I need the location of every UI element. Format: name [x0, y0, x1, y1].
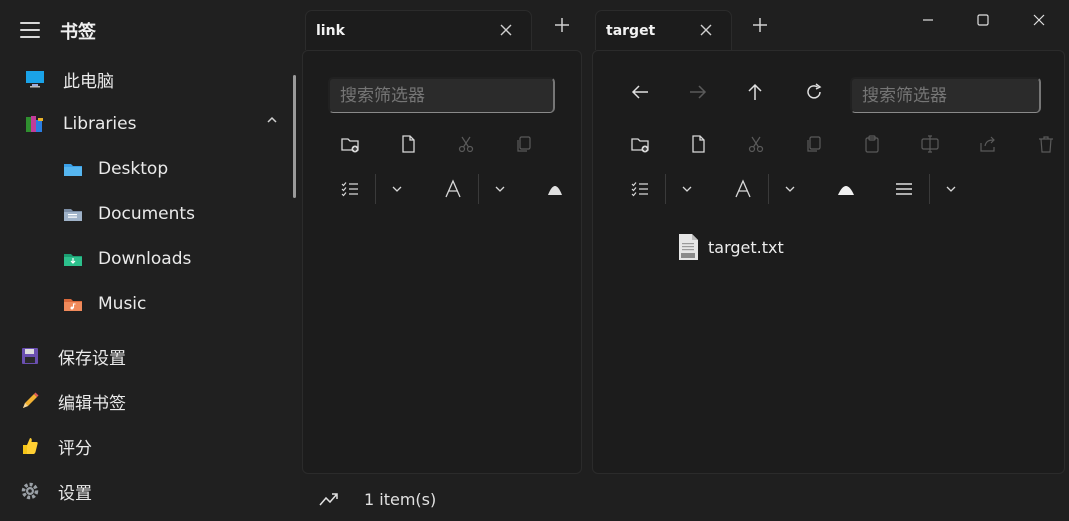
sidebar-item-label: Libraries [63, 114, 137, 134]
libraries-icon [25, 114, 45, 134]
cut-icon [742, 130, 770, 158]
file-name: target.txt [708, 238, 784, 257]
maximize-button[interactable] [971, 8, 995, 32]
sidebar-item-label: 设置 [58, 483, 92, 504]
new-folder-icon[interactable] [626, 130, 654, 158]
documents-folder-icon [63, 204, 83, 224]
sidebar-item-settings[interactable]: 设置 [0, 471, 290, 511]
sort-triangle-icon[interactable] [832, 175, 860, 203]
sidebar-item-downloads[interactable]: Downloads [0, 239, 290, 279]
sidebar-item-label: Documents [98, 204, 195, 224]
close-window-button[interactable] [1027, 8, 1051, 32]
sidebar-item-this-pc[interactable]: 此电脑 [0, 59, 290, 99]
separator [768, 174, 769, 204]
new-tab-icon[interactable] [554, 16, 570, 38]
chevron-down-icon[interactable] [673, 175, 701, 203]
sidebar-header: 书签 [0, 0, 300, 60]
font-icon[interactable] [439, 175, 467, 203]
up-arrow-icon[interactable] [741, 78, 769, 106]
sidebar-title: 书签 [60, 22, 96, 43]
chevron-down-icon[interactable] [776, 175, 804, 203]
sidebar-item-label: 此电脑 [63, 71, 114, 92]
rename-icon [916, 130, 944, 158]
sidebar-scrollbar[interactable] [293, 75, 296, 198]
sidebar-item-save-settings[interactable]: 保存设置 [0, 336, 290, 376]
chevron-down-icon[interactable] [937, 175, 965, 203]
new-file-icon[interactable] [684, 130, 712, 158]
new-folder-icon[interactable] [336, 130, 364, 158]
select-list-icon[interactable] [336, 175, 364, 203]
separator [375, 174, 376, 204]
sidebar-item-label: Desktop [98, 159, 169, 179]
music-folder-icon [63, 294, 83, 314]
sidebar-item-rate[interactable]: 评分 [0, 426, 290, 466]
thumbs-up-icon [20, 436, 40, 456]
refresh-icon[interactable] [800, 78, 828, 106]
copy-icon [800, 130, 828, 158]
sidebar-item-label: 评分 [58, 438, 92, 459]
tab-target[interactable]: target [595, 10, 732, 50]
sort-triangle-icon[interactable] [541, 175, 569, 203]
status-text: 1 item(s) [364, 490, 437, 509]
copy-icon [510, 130, 538, 158]
downloads-folder-icon [63, 249, 83, 269]
select-list-icon[interactable] [626, 175, 654, 203]
chevron-up-icon[interactable] [266, 114, 278, 130]
pencil-icon [20, 391, 40, 411]
new-tab-icon[interactable] [752, 16, 768, 38]
chevron-down-icon[interactable] [486, 175, 514, 203]
font-icon[interactable] [729, 175, 757, 203]
sidebar-item-label: 编辑书签 [58, 393, 126, 414]
share-icon [974, 130, 1002, 158]
floppy-disk-icon [20, 346, 40, 366]
sidebar-item-edit-bookmarks[interactable]: 编辑书签 [0, 381, 290, 421]
tab-link[interactable]: link [305, 10, 532, 50]
tab-label: link [316, 23, 345, 39]
sidebar-item-label: Downloads [98, 249, 192, 269]
sidebar-item-documents[interactable]: Documents [0, 194, 290, 234]
cut-icon [452, 130, 480, 158]
back-arrow-icon[interactable] [626, 78, 654, 106]
trend-arrow-icon[interactable] [318, 489, 340, 513]
desktop-folder-icon [63, 159, 83, 179]
sidebar-item-label: 保存设置 [58, 348, 126, 369]
status-bar: 1 item(s) [302, 480, 1062, 520]
delete-icon [1032, 130, 1060, 158]
align-lines-icon[interactable] [890, 175, 918, 203]
sidebar: 书签 此电脑 Libraries Desktop Documents Downl… [0, 0, 300, 521]
sidebar-item-music[interactable]: Music [0, 284, 290, 324]
chevron-down-icon[interactable] [383, 175, 411, 203]
txt-file-icon [676, 233, 700, 265]
tab-label: target [606, 23, 656, 39]
paste-icon [858, 130, 886, 158]
search-input[interactable] [850, 77, 1041, 113]
sidebar-item-label: Music [98, 294, 147, 314]
separator [478, 174, 479, 204]
close-tab-icon[interactable] [499, 19, 513, 42]
left-pane [302, 50, 582, 474]
separator [929, 174, 930, 204]
right-pane [592, 50, 1065, 474]
forward-arrow-icon [684, 78, 712, 106]
new-file-icon[interactable] [394, 130, 422, 158]
close-tab-icon[interactable] [699, 19, 713, 42]
sidebar-item-desktop[interactable]: Desktop [0, 149, 290, 189]
sidebar-item-libraries[interactable]: Libraries [0, 104, 290, 144]
minimize-button[interactable] [916, 8, 940, 32]
hamburger-menu-icon[interactable] [20, 22, 40, 38]
search-input[interactable] [328, 77, 555, 113]
gear-icon [20, 481, 40, 501]
monitor-icon [25, 69, 45, 89]
separator [665, 174, 666, 204]
